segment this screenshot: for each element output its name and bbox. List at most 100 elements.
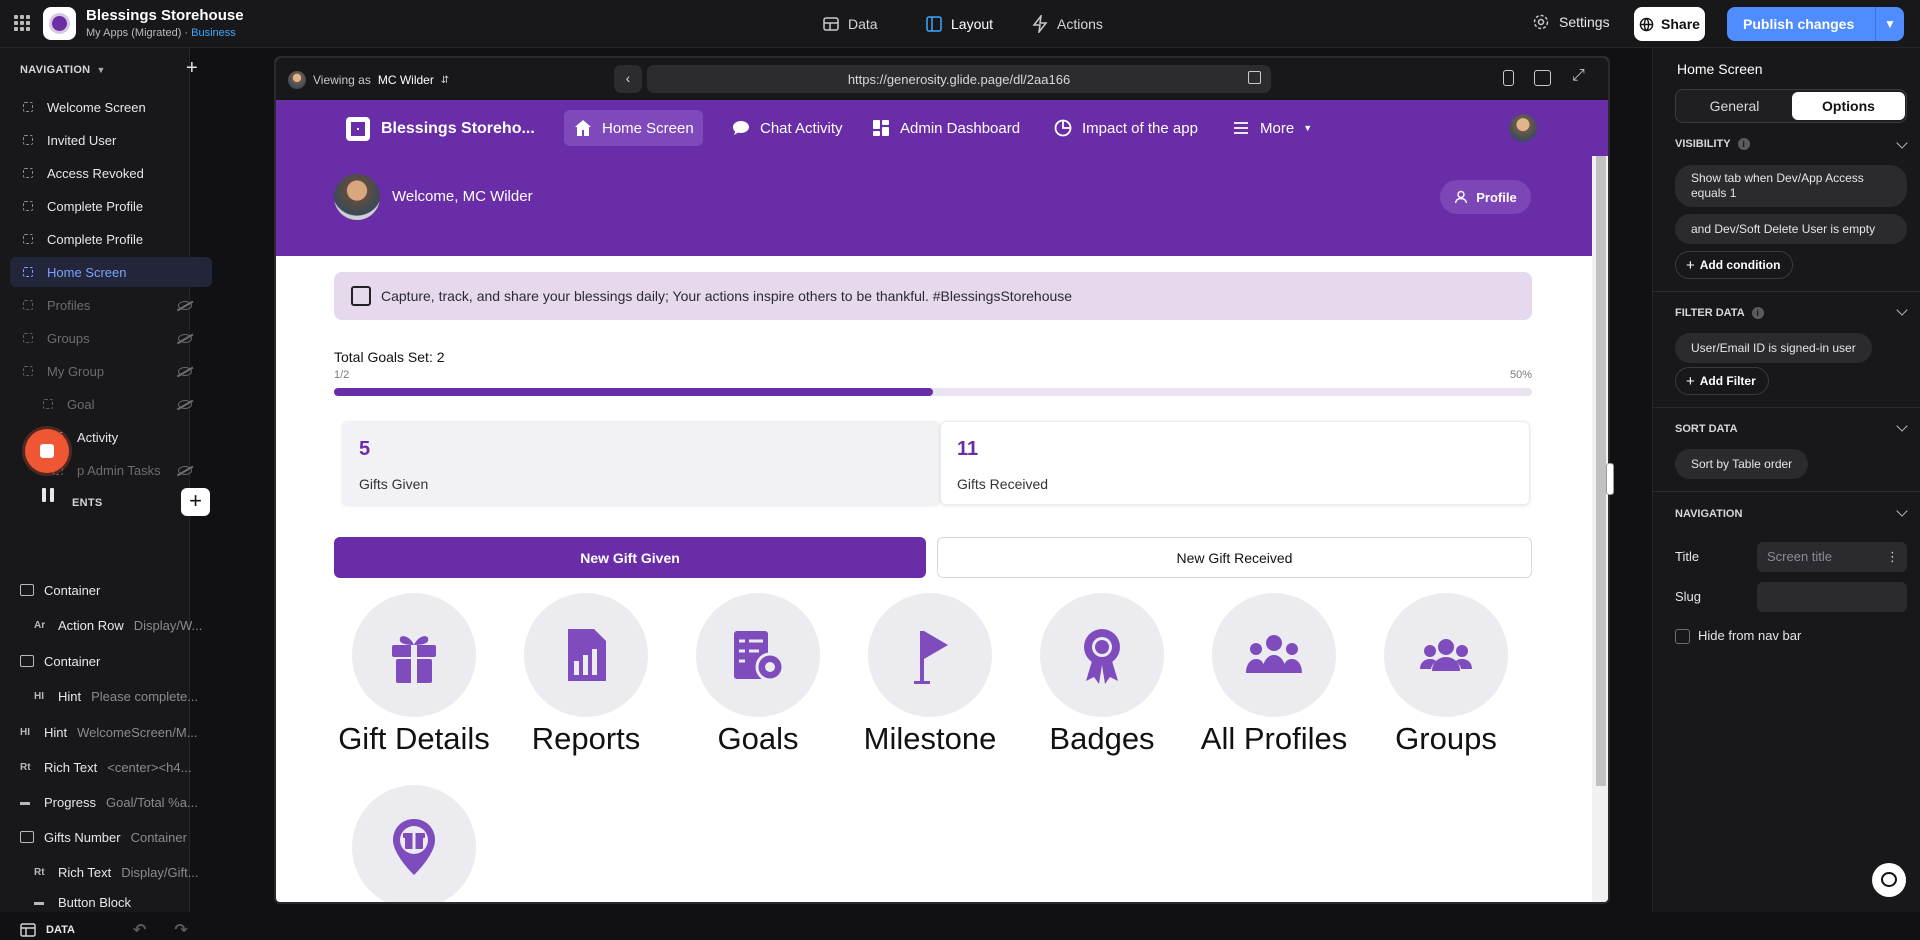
apps-grid-icon[interactable] (14, 15, 30, 31)
tab-data[interactable]: Data (822, 13, 878, 35)
publish-button[interactable]: Publish changes ▼ (1727, 7, 1904, 41)
sidebar-item-complete-profile-2[interactable]: Complete Profile (10, 224, 212, 254)
app-title[interactable]: Blessings Storehouse (86, 7, 244, 24)
app-logo[interactable] (43, 7, 76, 40)
tile-milestone[interactable]: Milestone (850, 593, 1010, 768)
sort-option[interactable]: Sort by Table order (1675, 449, 1809, 479)
data-footer[interactable]: DATA ↶ ↷ (20, 920, 188, 940)
tile-groups[interactable]: Groups (1366, 593, 1526, 768)
component-type: Hint (44, 724, 68, 740)
sidebar-item-access-revoked[interactable]: Access Revoked (10, 158, 212, 188)
tab-general[interactable]: General (1678, 92, 1791, 120)
tab-layout[interactable]: Layout (925, 13, 993, 35)
url-bar[interactable]: https://generosity.glide.page/dl/2aa166 (647, 65, 1271, 93)
chat-help-button[interactable] (1872, 863, 1906, 897)
nav-admin-dashboard[interactable]: Admin Dashboard (862, 110, 1029, 146)
home-icon (575, 120, 591, 136)
back-button[interactable]: ‹ (614, 65, 642, 93)
sidebar-item-invited-user[interactable]: Invited User (10, 125, 212, 155)
tab-options[interactable]: Options (1792, 92, 1905, 120)
sidebar-item-label: Complete Profile (47, 198, 144, 214)
component-action-row[interactable]: Ar Action Row Display/W... (34, 614, 202, 636)
app-breadcrumb[interactable]: My Apps (Migrated) · (86, 27, 191, 39)
gifts-given-card[interactable]: 5 Gifts Given (342, 421, 940, 505)
pause-icon[interactable] (42, 488, 54, 502)
sidebar-item-groups[interactable]: Groups (10, 323, 212, 353)
component-rich-text[interactable]: Rt Rich Text <center><h4... (20, 756, 191, 778)
redo-icon[interactable]: ↷ (174, 920, 187, 940)
nav-impact[interactable]: Impact of the app (1044, 110, 1207, 146)
sidebar-item-complete-profile[interactable]: Complete Profile (10, 191, 212, 221)
tile-all-profiles[interactable]: All Profiles (1194, 593, 1354, 768)
info-icon[interactable]: i (1737, 138, 1750, 150)
component-progress[interactable]: ▬ Progress Goal/Total %a... (20, 791, 198, 813)
tab-actions[interactable]: Actions (1031, 13, 1103, 35)
settings-button[interactable]: Settings (1532, 13, 1610, 31)
info-icon[interactable]: i (1751, 307, 1764, 319)
undo-icon[interactable]: ↶ (133, 920, 146, 940)
component-button-block[interactable]: ▬ Button Block (34, 895, 131, 909)
chevron-down-icon[interactable]: ▼ (1876, 17, 1904, 31)
layout-icon (926, 16, 942, 32)
navigation-section-header[interactable]: NAVIGATION ▼ (20, 64, 106, 76)
add-component-button[interactable]: + (181, 488, 210, 516)
sidebar-item-goal[interactable]: Goal (10, 389, 212, 419)
chevron-down-icon[interactable] (1896, 420, 1908, 432)
scrollbar[interactable] (1592, 156, 1608, 902)
tile-badges[interactable]: Badges (1022, 593, 1182, 768)
tile-gift-location[interactable] (334, 785, 494, 902)
chevron-down-icon[interactable] (1896, 137, 1908, 149)
component-hint-2[interactable]: HI Hint WelcomeScreen/M... (20, 721, 198, 743)
components-section-header[interactable]: ENTS (72, 497, 103, 509)
sidebar-item-home-screen[interactable]: Home Screen (10, 257, 212, 287)
expand-icon[interactable]: ⤢ (1572, 67, 1585, 85)
add-filter-button[interactable]: + Add Filter (1675, 367, 1769, 395)
tile-goals[interactable]: Goals (678, 593, 838, 768)
gifts-received-card[interactable]: 11 Gifts Received (940, 421, 1530, 505)
sidebar-item-profiles[interactable]: Profiles (10, 290, 212, 320)
nav-chat-activity[interactable]: Chat Activity (722, 110, 852, 146)
component-container[interactable]: Container (20, 579, 100, 601)
component-rich-text-2[interactable]: Rt Rich Text Display/Gift... (34, 861, 199, 883)
component-hint[interactable]: HI Hint Please complete... (34, 685, 198, 707)
nav-more[interactable]: More ▼ (1222, 110, 1321, 146)
tile-gift-details[interactable]: Gift Details (334, 593, 494, 768)
hide-from-nav-checkbox[interactable] (1675, 629, 1690, 644)
app-brand[interactable]: Blessings Storeho... (346, 117, 535, 141)
resize-handle[interactable] (1606, 463, 1614, 495)
add-screen-icon[interactable]: + (186, 58, 198, 78)
tile-reports[interactable]: Reports (506, 593, 666, 768)
visibility-condition[interactable]: and Dev/Soft Delete User is empty (1675, 214, 1907, 244)
profile-button[interactable]: Profile (1440, 180, 1531, 214)
more-vertical-icon[interactable]: ⋮ (1886, 542, 1899, 572)
new-gift-received-button[interactable]: New Gift Received (937, 537, 1532, 578)
external-link-icon[interactable] (1248, 71, 1261, 84)
viewing-as-selector[interactable]: Viewing as MC Wilder ⇵ (288, 71, 449, 89)
screen-icon (43, 399, 53, 409)
record-stop-button[interactable] (25, 429, 69, 473)
visibility-section-header[interactable]: VISIBILITY i (1675, 138, 1750, 150)
navigation-section-header[interactable]: NAVIGATION (1675, 508, 1742, 520)
screen-title-input[interactable]: Screen title ⋮ (1757, 542, 1907, 572)
sort-section-header[interactable]: SORT DATA (1675, 423, 1738, 435)
chevron-down-icon[interactable] (1896, 505, 1908, 517)
sidebar-item-my-group[interactable]: My Group (10, 356, 212, 386)
scrollbar-thumb[interactable] (1596, 156, 1606, 786)
filter-section-header[interactable]: FILTER DATA i (1675, 307, 1764, 319)
visibility-condition[interactable]: Show tab when Dev/App Access equals 1 (1675, 165, 1907, 207)
slug-input[interactable] (1757, 582, 1907, 612)
component-gifts-number[interactable]: Gifts Number Container (20, 826, 187, 848)
add-condition-button[interactable]: + Add condition (1675, 251, 1794, 279)
sidebar-item-label: Goal (67, 396, 95, 412)
new-gift-given-button[interactable]: New Gift Given (334, 537, 926, 578)
filter-condition[interactable]: User/Email ID is signed-in user (1675, 333, 1872, 363)
chevron-down-icon[interactable] (1896, 304, 1908, 316)
sidebar-item-welcome-screen[interactable]: Welcome Screen (10, 92, 212, 122)
component-container-2[interactable]: Container (20, 650, 100, 672)
share-button[interactable]: Share (1634, 7, 1705, 41)
tablet-view-icon[interactable] (1534, 70, 1551, 86)
avatar[interactable] (1509, 114, 1537, 142)
phone-view-icon[interactable] (1503, 70, 1514, 86)
nav-home-screen[interactable]: Home Screen (564, 110, 703, 146)
nav-label: Chat Activity (760, 119, 843, 137)
